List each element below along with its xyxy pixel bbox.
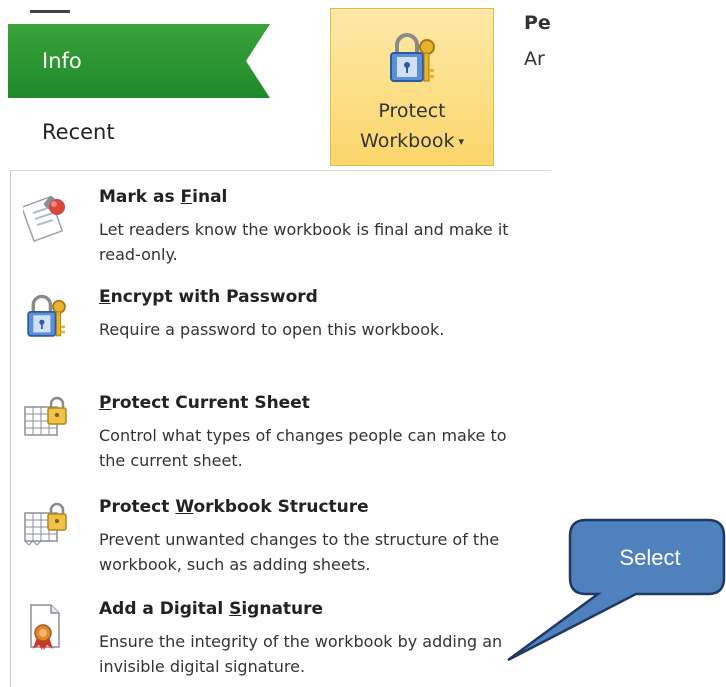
menu-item-add-digital-signature[interactable]: Add a Digital Signature Ensure the integ… [11,599,551,687]
nav-item-info[interactable]: Info [8,24,270,98]
menu-item-description: Control what types of changes people can… [99,426,507,470]
protect-button-label-text: Workbook [360,130,455,152]
menu-item-title: Encrypt with Password [99,287,318,307]
title-suffix: ncrypt with Password [110,287,318,307]
protect-button-label-line2: Workbook ▾ [331,127,493,156]
menu-item-encrypt-with-password[interactable]: Encrypt with Password Require a password… [11,287,551,387]
title-access-key: S [229,599,242,619]
lock-key-icon [390,33,435,82]
dropdown-caret-icon: ▾ [458,134,464,148]
menu-item-title: Protect Current Sheet [99,393,310,413]
nav-item-info-label: Info [42,49,82,73]
title-suffix: orkbook Structure [193,497,369,517]
menu-item-description: Let readers know the workbook is final a… [99,220,509,264]
menu-item-title: Mark as Final [99,187,227,207]
title-prefix: Mark as [99,187,181,207]
title-suffix: inal [192,187,228,207]
info-section-subtitle: Ar [524,48,545,70]
title-prefix: Protect [99,497,176,517]
lock-key-icon [27,294,66,337]
nav-item-recent[interactable]: Recent [8,100,270,164]
info-section-title: Pe [524,12,551,34]
sidebar-top-edge [30,0,70,13]
menu-item-description: Ensure the integrity of the workbook by … [99,632,503,676]
title-prefix: Add a Digital [99,599,230,619]
title-access-key: P [99,393,112,413]
protect-button-label-line1: Protect [378,100,446,122]
title-access-key: F [180,187,193,207]
nav-active-notch [246,24,270,98]
title-access-key: E [99,287,111,307]
menu-item-title: Protect Workbook Structure [99,497,369,517]
title-access-key: W [175,497,194,517]
menu-item-description: Require a password to open this workbook… [99,320,445,339]
menu-item-protect-workbook-structure[interactable]: Protect Workbook Structure Prevent unwan… [11,497,551,597]
menu-item-protect-current-sheet[interactable]: Protect Current Sheet Control what types… [11,393,551,493]
menu-item-description: Prevent unwanted changes to the structur… [99,530,500,574]
sheet-lock-icon [24,396,67,436]
mark-final-icon [23,195,65,243]
menu-item-mark-as-final[interactable]: Mark as Final Let readers know the workb… [11,187,551,287]
callout-label: Select [619,545,681,570]
digital-signature-icon [30,604,60,650]
protect-workbook-menu: Mark as Final Let readers know the workb… [10,170,551,687]
nav-item-recent-label: Recent [42,120,115,144]
title-suffix: rotect Current Sheet [111,393,310,413]
backstage-sidebar: Info Recent [0,0,270,170]
protect-workbook-button[interactable]: Protect Workbook ▾ [330,8,494,166]
workbook-lock-icon [24,502,67,546]
title-suffix: ignature [241,599,324,619]
menu-item-title: Add a Digital Signature [99,599,323,619]
